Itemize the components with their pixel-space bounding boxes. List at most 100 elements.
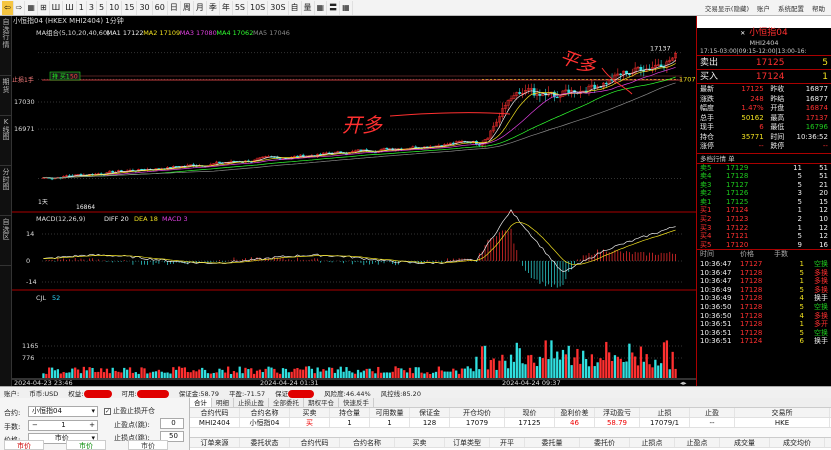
- positions-header-cell[interactable]: 现价: [505, 408, 555, 417]
- toolbar-button-5[interactable]: Ш: [63, 0, 77, 15]
- bid-row[interactable]: 买入 17124 1: [697, 70, 831, 84]
- toolbar-button-23[interactable]: ▦: [315, 0, 328, 15]
- orders-header-cell[interactable]: 合约代码: [290, 438, 340, 447]
- depth-row[interactable]: 买4 17121 5 12: [697, 232, 831, 241]
- orders-header-cell[interactable]: 订单类型: [445, 438, 490, 447]
- depth-title[interactable]: 多档行情 单: [697, 154, 831, 164]
- qty-stepper[interactable]: − 1 +: [28, 420, 98, 431]
- toolbar-button-19[interactable]: 10S: [248, 0, 269, 15]
- view-tab-1[interactable]: 期货: [0, 76, 12, 116]
- depth-row[interactable]: 卖5 17129 11 51: [697, 164, 831, 173]
- depth-row[interactable]: 买5 17120 9 16: [697, 241, 831, 250]
- orders-header-cell[interactable]: 委托价: [580, 438, 630, 447]
- close-icon[interactable]: ✕: [740, 30, 745, 37]
- positions-tab-1[interactable]: 明细: [212, 398, 234, 407]
- toolbar-button-13[interactable]: 日: [168, 0, 181, 15]
- positions-header-cell[interactable]: 浮动盈亏: [595, 408, 640, 417]
- positions-header-cell[interactable]: 买卖: [290, 408, 330, 417]
- view-tab-0[interactable]: 自选行情: [0, 16, 12, 76]
- view-tab-char: 图: [2, 183, 10, 191]
- toolbar-button-12[interactable]: 60: [153, 0, 168, 15]
- depth-row[interactable]: 买1 17124 1 12: [697, 206, 831, 215]
- positions-header-cell[interactable]: 可用数量: [370, 408, 410, 417]
- table-row[interactable]: MHI2404 小恒指04 买 1 1 128 17079 17125 46 58.79 17079…: [190, 418, 831, 428]
- toolbar-button-1[interactable]: ⇨: [14, 0, 26, 15]
- positions-header-cell[interactable]: 开仓均价: [450, 408, 505, 417]
- market-sell-button[interactable]: 市价: [66, 440, 106, 450]
- menu-item-1[interactable]: 账户: [757, 3, 770, 13]
- toolbar-button-24[interactable]: 〓: [327, 0, 341, 15]
- positions-header-cell[interactable]: 交易所: [735, 408, 830, 417]
- orders-header-cell[interactable]: 止盈点: [675, 438, 720, 447]
- toolbar-button-15[interactable]: 月: [194, 0, 207, 15]
- positions-tab-4[interactable]: 期权平仓: [304, 398, 339, 407]
- market-close-button[interactable]: 市价: [128, 440, 168, 450]
- plus-icon[interactable]: +: [89, 421, 97, 430]
- candle-body: [414, 146, 418, 148]
- orders-header-cell[interactable]: 买卖: [395, 438, 445, 447]
- contract-select[interactable]: 小恒指04 ▾: [28, 406, 98, 417]
- toolbar-button-7[interactable]: 3: [87, 0, 97, 15]
- scroll-arrows-icon[interactable]: ◂▸: [680, 379, 687, 386]
- toolbar-button-2[interactable]: ▦: [25, 0, 38, 15]
- orders-header-cell[interactable]: 止损点: [630, 438, 675, 447]
- toolbar-button-11[interactable]: 30: [137, 0, 153, 15]
- orders-header-cell[interactable]: 委托状态: [240, 438, 290, 447]
- tp-input[interactable]: 0: [160, 418, 184, 429]
- volume-bar: [582, 350, 585, 378]
- market-buy-button[interactable]: 市价: [4, 440, 44, 450]
- toolbar-button-22[interactable]: 量: [302, 0, 315, 15]
- toolbar-button-20[interactable]: 30S: [268, 0, 289, 15]
- depth-row[interactable]: 卖2 17126 3 20: [697, 189, 831, 198]
- depth-row[interactable]: 卖3 17127 5 21: [697, 181, 831, 190]
- orders-header-cell[interactable]: 合约名称: [340, 438, 395, 447]
- toolbar-button-17[interactable]: 年: [220, 0, 233, 15]
- positions-header-cell[interactable]: 止损: [640, 408, 690, 417]
- depth-row[interactable]: 卖4 17128 5 51: [697, 172, 831, 181]
- depth-orders: 15: [819, 197, 828, 206]
- positions-header-cell[interactable]: 合约名称: [240, 408, 290, 417]
- orders-header-cell[interactable]: 开平: [490, 438, 525, 447]
- positions-header-cell[interactable]: 持仓量: [330, 408, 370, 417]
- depth-row[interactable]: 买2 17123 2 10: [697, 215, 831, 224]
- toolbar-button-6[interactable]: 1: [77, 0, 87, 15]
- ask-row[interactable]: 卖出 17125 5: [697, 56, 831, 70]
- toolbar-button-4[interactable]: Ш: [50, 0, 64, 15]
- tp-sl-checkbox[interactable]: ✓ 止盈止损开仓: [104, 406, 155, 416]
- toolbar-button-10[interactable]: 15: [122, 0, 138, 15]
- orders-header-cell[interactable]: 订单来源: [190, 438, 240, 447]
- depth-row[interactable]: 卖1 17125 5 15: [697, 198, 831, 207]
- orders-header-cell[interactable]: 成交量: [720, 438, 770, 447]
- volume-bar: [229, 373, 233, 378]
- volume-bar: [521, 363, 524, 378]
- depth-row[interactable]: 买3 17122 1 12: [697, 224, 831, 233]
- toolbar-button-14[interactable]: 周: [181, 0, 194, 15]
- toolbar-button-0[interactable]: ⇦: [2, 0, 14, 15]
- view-tab-4[interactable]: 自选区: [0, 216, 12, 266]
- positions-header-cell[interactable]: 止盈: [690, 408, 735, 417]
- toolbar-button-18[interactable]: 5S: [233, 0, 248, 15]
- toolbar-button-3[interactable]: ⊞: [38, 0, 50, 15]
- positions-header-cell[interactable]: 盈利价差: [555, 408, 595, 417]
- orders-header-cell[interactable]: 委托量: [525, 438, 580, 447]
- view-tab-2[interactable]: K线图: [0, 116, 12, 166]
- kline-chart[interactable]: MA组合(5,10,20,40,60)MA1 17122 MA2 17109 MA3…: [12, 16, 696, 386]
- positions-tab-0[interactable]: 合计: [190, 398, 212, 407]
- volume-bar: [616, 356, 619, 378]
- minus-icon[interactable]: −: [32, 421, 38, 430]
- positions-header-cell[interactable]: 合约代码: [190, 408, 240, 417]
- toolbar-button-25[interactable]: ▦: [340, 0, 353, 15]
- menu-item-0[interactable]: 交易显示(隐藏): [705, 3, 749, 13]
- orders-header-cell[interactable]: 成交均价: [770, 438, 825, 447]
- toolbar-button-16[interactable]: 季: [207, 0, 220, 15]
- view-tab-3[interactable]: 分时图: [0, 166, 12, 216]
- positions-header-cell[interactable]: 保证金: [410, 408, 450, 417]
- toolbar-button-21[interactable]: 自: [289, 0, 302, 15]
- positions-tab-3[interactable]: 全部委托: [269, 398, 304, 407]
- menu-item-2[interactable]: 系统配置: [778, 3, 804, 13]
- positions-tab-2[interactable]: 止损止盈: [234, 398, 269, 407]
- menu-item-3[interactable]: 帮助: [812, 3, 825, 13]
- toolbar-button-8[interactable]: 5: [97, 0, 108, 15]
- toolbar-button-9[interactable]: 10: [107, 0, 123, 15]
- positions-tab-5[interactable]: 快速反手: [339, 398, 374, 407]
